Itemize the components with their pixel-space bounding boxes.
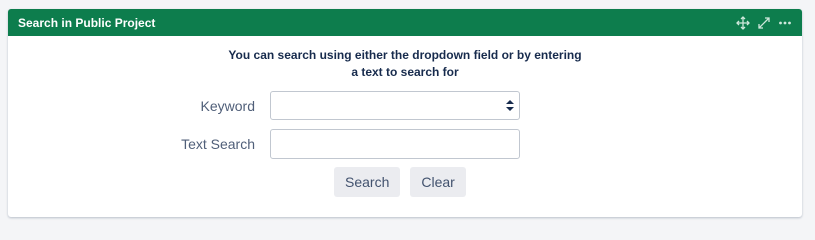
search-button[interactable]: Search (334, 167, 401, 197)
intro-text: You can search using either the dropdown… (8, 47, 802, 81)
search-panel: Search in Public Project You can search … (8, 9, 802, 217)
expand-icon[interactable] (757, 16, 771, 30)
text-search-label: Text Search (181, 136, 255, 152)
more-icon[interactable] (778, 16, 792, 30)
keyword-row: Keyword (8, 91, 520, 120)
form-buttons: Search Clear (334, 167, 466, 197)
panel-title: Search in Public Project (18, 15, 156, 30)
text-search-input[interactable] (270, 129, 520, 159)
keyword-select[interactable] (270, 91, 520, 120)
panel-header: Search in Public Project (8, 9, 802, 36)
select-arrows-icon (506, 100, 514, 111)
keyword-label: Keyword (200, 97, 255, 114)
clear-button[interactable]: Clear (410, 167, 466, 197)
intro-line-2: a text to search for (351, 65, 459, 79)
header-icons (736, 15, 792, 30)
intro-line-1: You can search using either the dropdown… (228, 48, 582, 62)
text-search-row: Text Search (8, 129, 520, 159)
move-icon[interactable] (736, 15, 750, 30)
